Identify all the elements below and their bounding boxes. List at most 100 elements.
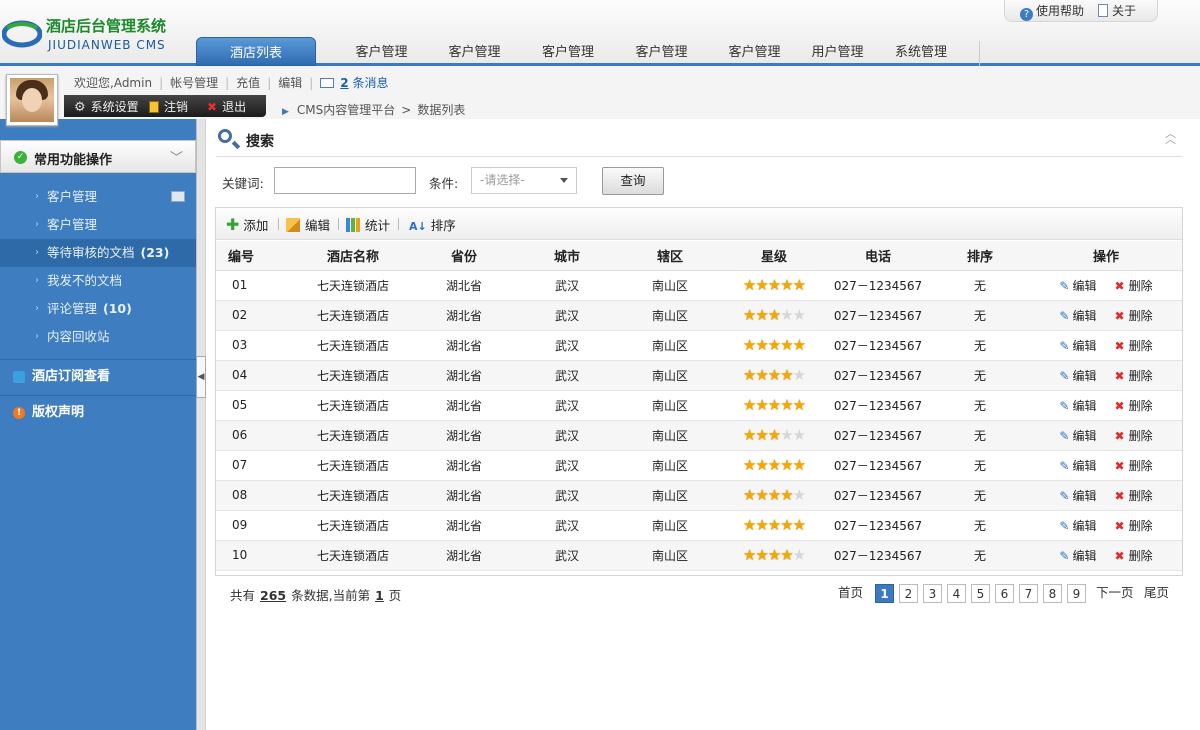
settings-button[interactable]: ⚙ 系统设置 <box>74 98 139 115</box>
query-button[interactable]: 查询 <box>602 167 664 195</box>
logout-button[interactable]: 注销 <box>149 98 188 115</box>
table-row[interactable]: 02 七天连锁酒店 湖北省 武汉 南山区 ★★★★★ 027－1234567 无 ✎ 编辑 ✖ 删除 <box>216 300 1182 331</box>
add-button[interactable]: ✚ 添加 <box>226 215 268 234</box>
search-icon <box>218 129 232 143</box>
sidebar-splitter[interactable] <box>196 119 206 730</box>
column-header-id[interactable]: 编号 <box>216 241 294 271</box>
table-row[interactable]: 09 七天连锁酒店 湖北省 武汉 南山区 ★★★★★ 027－1234567 无 ✎ 编辑 ✖ 删除 <box>216 510 1182 541</box>
table-row[interactable]: 08 七天连锁酒店 湖北省 武汉 南山区 ★★★★★ 027－1234567 无 ✎ 编辑 ✖ 删除 <box>216 480 1182 511</box>
row-edit-button[interactable]: ✎ 编辑 <box>1059 309 1096 323</box>
account-link[interactable]: 帐号管理 <box>170 76 218 90</box>
row-edit-button[interactable]: ✎ 编辑 <box>1059 489 1096 503</box>
page-link[interactable]: 9 <box>1067 584 1086 603</box>
collapse-sidebar-icon[interactable]: ◀ <box>196 356 206 398</box>
sidebar-item-customer-2[interactable]: › 客户管理 <box>0 211 196 239</box>
help-link[interactable]: ? 使用帮助 <box>1020 2 1084 21</box>
sidebar-section-common[interactable]: ✓ 常用功能操作 ﹀ <box>0 140 196 173</box>
sidebar-item-comments[interactable]: › 评论管理 (10) <box>0 295 196 323</box>
envelope-icon[interactable] <box>171 191 185 202</box>
row-delete-button[interactable]: ✖ 删除 <box>1115 399 1153 413</box>
summary-prefix: 共有 <box>230 588 256 603</box>
condition-select[interactable]: -请选择- <box>471 167 577 194</box>
row-delete-button[interactable]: ✖ 删除 <box>1115 459 1153 473</box>
star-empty-icon: ★ <box>792 426 806 444</box>
tab-customer-2[interactable]: 客户管理 <box>428 37 521 66</box>
row-delete-button[interactable]: ✖ 删除 <box>1115 519 1153 533</box>
row-delete-button[interactable]: ✖ 删除 <box>1115 279 1153 293</box>
row-edit-button[interactable]: ✎ 编辑 <box>1059 459 1096 473</box>
page-link[interactable]: 2 <box>899 584 918 603</box>
sort-button[interactable]: A↓ 排序 <box>409 215 456 234</box>
row-delete-button[interactable]: ✖ 删除 <box>1115 549 1153 563</box>
edit-button[interactable]: 编辑 <box>286 215 330 234</box>
delete-icon: ✖ <box>1114 488 1125 503</box>
tab-customer-3[interactable]: 客户管理 <box>521 37 615 66</box>
collapse-up-icon[interactable]: ︿ ︿ <box>1165 128 1176 145</box>
breadcrumb-root[interactable]: CMS内容管理平台 <box>297 103 395 117</box>
messages-link[interactable]: 2 条消息 <box>320 76 389 90</box>
first-page-link[interactable]: 首页 <box>838 584 863 603</box>
sidebar-item-recycle-bin[interactable]: › 内容回收站 <box>0 323 196 351</box>
avatar[interactable] <box>6 74 58 126</box>
row-edit-button[interactable]: ✎ 编辑 <box>1059 339 1096 353</box>
page-link[interactable]: 8 <box>1043 584 1062 603</box>
tab-hotel-list[interactable]: 酒店列表 <box>196 37 316 66</box>
column-header-province[interactable]: 省份 <box>412 241 516 271</box>
tab-system-management[interactable]: 系统管理 <box>874 37 968 66</box>
sidebar-section-subscriptions[interactable]: 酒店订阅查看 <box>0 362 196 392</box>
row-edit-button[interactable]: ✎ 编辑 <box>1059 429 1096 443</box>
table-row[interactable]: 03 七天连锁酒店 湖北省 武汉 南山区 ★★★★★ 027－1234567 无 ✎ 编辑 ✖ 删除 <box>216 330 1182 361</box>
cell-actions: ✎ 编辑 ✖ 删除 <box>1030 450 1182 481</box>
sidebar-item-customer-1[interactable]: › 客户管理 <box>0 183 196 211</box>
row-edit-button[interactable]: ✎ 编辑 <box>1059 549 1096 563</box>
table-row[interactable]: 05 七天连锁酒店 湖北省 武汉 南山区 ★★★★★ 027－1234567 无 ✎ 编辑 ✖ 删除 <box>216 390 1182 421</box>
column-header-name[interactable]: 酒店名称 <box>294 241 412 271</box>
column-header-rating[interactable]: 星级 <box>722 241 826 271</box>
column-header-phone[interactable]: 电话 <box>826 241 930 271</box>
sidebar-section-copyright[interactable]: ! 版权声明 <box>0 398 196 428</box>
cell-hotel-name: 七天连锁酒店 <box>294 300 412 331</box>
row-edit-button[interactable]: ✎ 编辑 <box>1059 399 1096 413</box>
page-link[interactable]: 3 <box>923 584 942 603</box>
page-link[interactable]: 5 <box>971 584 990 603</box>
tab-customer-4[interactable]: 客户管理 <box>615 37 708 66</box>
sidebar-item-unpublished-docs[interactable]: › 我发不的文档 <box>0 267 196 295</box>
subscriptions-label: 酒店订阅查看 <box>32 369 111 384</box>
next-page-link[interactable]: 下一页 <box>1096 584 1134 603</box>
table-row[interactable]: 01 七天连锁酒店 湖北省 武汉 南山区 ★★★★★ 027－1234567 无 ✎ 编辑 ✖ 删除 <box>216 270 1182 301</box>
row-delete-button[interactable]: ✖ 删除 <box>1115 429 1153 443</box>
stats-button[interactable]: 统计 <box>346 215 390 234</box>
table-row[interactable]: 10 七天连锁酒店 湖北省 武汉 南山区 ★★★★★ 027－1234567 无 ✎ 编辑 ✖ 删除 <box>216 540 1182 571</box>
star-filled-icon: ★ <box>767 546 781 564</box>
row-delete-button[interactable]: ✖ 删除 <box>1115 309 1153 323</box>
tab-customer-5[interactable]: 客户管理 <box>708 37 801 66</box>
column-header-district[interactable]: 辖区 <box>618 241 722 271</box>
keyword-input[interactable] <box>274 167 416 194</box>
cell-district: 南山区 <box>618 450 722 481</box>
page-link[interactable]: 7 <box>1019 584 1038 603</box>
row-edit-button[interactable]: ✎ 编辑 <box>1059 519 1096 533</box>
row-delete-button[interactable]: ✖ 删除 <box>1115 369 1153 383</box>
table-row[interactable]: 06 七天连锁酒店 湖北省 武汉 南山区 ★★★★★ 027－1234567 无 ✎ 编辑 ✖ 删除 <box>216 420 1182 451</box>
last-page-link[interactable]: 尾页 <box>1144 584 1169 603</box>
table-row[interactable]: 07 七天连锁酒店 湖北省 武汉 南山区 ★★★★★ 027－1234567 无 ✎ 编辑 ✖ 删除 <box>216 450 1182 481</box>
page-link[interactable]: 6 <box>995 584 1014 603</box>
page-link[interactable]: 1 <box>875 584 894 603</box>
column-header-city[interactable]: 城市 <box>516 241 618 271</box>
recharge-link[interactable]: 充值 <box>236 76 260 90</box>
edit-profile-link[interactable]: 编辑 <box>278 76 302 90</box>
row-edit-button[interactable]: ✎ 编辑 <box>1059 369 1096 383</box>
table-row[interactable]: 04 七天连锁酒店 湖北省 武汉 南山区 ★★★★★ 027－1234567 无 ✎ 编辑 ✖ 删除 <box>216 360 1182 391</box>
sidebar-item-pending-docs[interactable]: › 等待审核的文档 (23) <box>0 239 196 267</box>
row-delete-button[interactable]: ✖ 删除 <box>1115 489 1153 503</box>
cell-actions: ✎ 编辑 ✖ 删除 <box>1030 510 1182 541</box>
column-header-sort[interactable]: 排序 <box>930 241 1030 271</box>
row-edit-button[interactable]: ✎ 编辑 <box>1059 279 1096 293</box>
row-delete-button[interactable]: ✖ 删除 <box>1115 339 1153 353</box>
tab-user-management[interactable]: 用户管理 <box>801 37 874 66</box>
page-link[interactable]: 4 <box>947 584 966 603</box>
exit-button[interactable]: ✖ 退出 <box>207 98 246 115</box>
tab-customer-1[interactable]: 客户管理 <box>335 37 428 66</box>
logout-label: 注销 <box>164 100 189 114</box>
about-link[interactable]: 关于 <box>1098 2 1136 19</box>
